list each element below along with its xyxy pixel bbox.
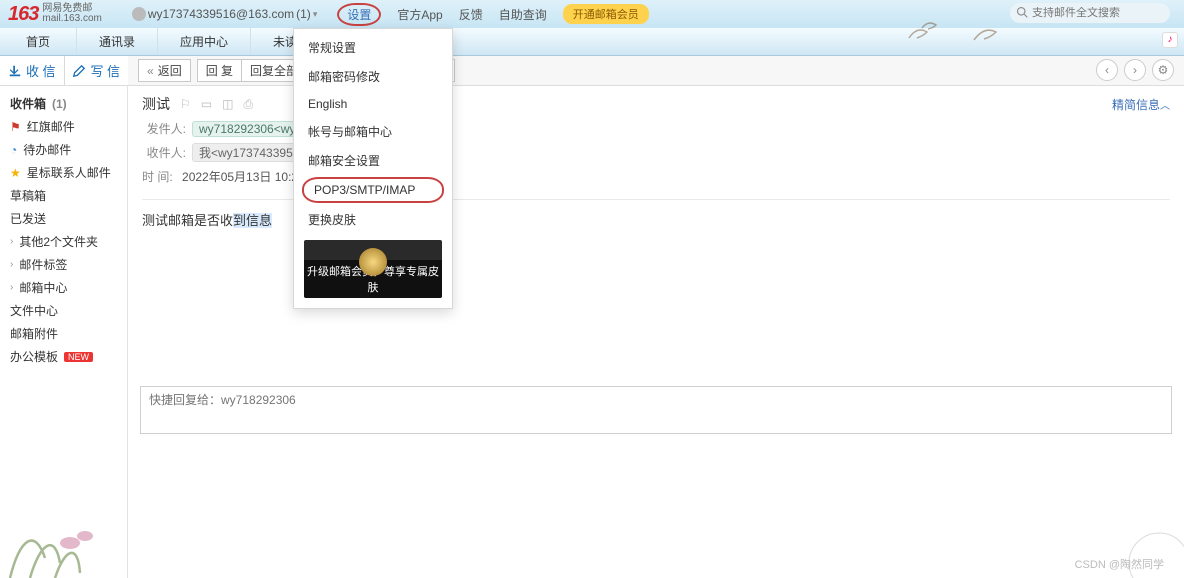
sidebar-inbox[interactable]: 收件箱 (1) [0,92,127,115]
mail-content: 测试 ⚐ ▭ ◫ ⎙ 发件人: wy718292306<wy718292306@… [128,86,1184,578]
clock-icon: ◔ [10,143,17,157]
flag-outline-icon[interactable]: ⚐ [180,97,191,111]
left-actions: 收 信 写 信 [0,56,128,85]
sidebar-file-center[interactable]: 文件中心 [0,299,127,322]
avatar-icon [132,7,146,21]
menu-english[interactable]: English [294,91,452,117]
music-icon[interactable]: ♪ [1162,32,1178,48]
logo-163: 163 [8,3,38,26]
chevron-up-icon: ︿ [1160,101,1170,112]
header-search[interactable] [1010,3,1170,23]
chevron-right-icon: › [10,236,13,247]
tag-icon[interactable]: ▭ [201,97,212,111]
sidebar-sent[interactable]: 已发送 [0,207,127,230]
simplify-toggle[interactable]: 精简信息︿ [1112,96,1170,113]
star-icon: ★ [10,166,21,180]
quick-reply[interactable] [140,386,1172,434]
header-nav: 设置 官方App 反馈 自助查询 开通邮箱会员 [337,3,648,26]
gear-icon: ⚙ [1158,63,1169,77]
mail-subject: 测试 [142,94,170,114]
tab-home[interactable]: 首页 [0,28,77,55]
nav-official-app[interactable]: 官方App [397,6,442,23]
nav-self-service[interactable]: 自助查询 [499,6,547,23]
watermark: CSDN @陶然同学 [1075,556,1164,572]
action-row: 收 信 写 信 « 返回 回 复 回复全部 ▾ 转 发 更 多 ▾ ‹ › ⚙ [0,56,1184,86]
prev-mail-button[interactable]: ‹ [1096,59,1118,81]
user-account[interactable]: wy17374339516@163.com (1) ▾ [132,7,318,21]
app-header: 163 网易免费邮 mail.163.com wy17374339516@163… [0,0,1184,28]
menu-security[interactable]: 邮箱安全设置 [294,146,452,175]
chat-icon[interactable]: ◫ [222,97,233,111]
time-label: 时 间: [142,170,173,184]
sidebar-tags[interactable]: › 邮件标签 [0,253,127,276]
main-grid: 收件箱 (1) ⚑ 红旗邮件 ◔ 待办邮件 ★ 星标联系人邮件 草稿箱 已发送 … [0,86,1184,578]
user-email: wy17374339516@163.com [148,7,294,21]
to-label: 收件人: [142,144,186,161]
user-count: (1) [296,7,311,21]
receive-button[interactable]: 收 信 [0,56,64,85]
highlighted-text: 到信息 [233,213,272,228]
nav-vip[interactable]: 开通邮箱会员 [563,4,649,24]
back-button[interactable]: « 返回 [138,59,191,82]
nav-settings[interactable]: 设置 [337,3,381,26]
tab-apps[interactable]: 应用中心 [158,28,251,55]
pager-tools: ‹ › ⚙ [1096,59,1174,81]
compose-button[interactable]: 写 信 [65,56,129,85]
sidebar-flag[interactable]: ⚑ 红旗邮件 [0,115,127,138]
main-tabs: 首页 通讯录 应用中心 未读邮件 [0,28,1184,56]
new-badge: NEW [64,352,93,362]
search-icon [1016,6,1028,21]
tab-contacts[interactable]: 通讯录 [77,28,158,55]
sidebar: 收件箱 (1) ⚑ 红旗邮件 ◔ 待办邮件 ★ 星标联系人邮件 草稿箱 已发送 … [0,86,128,578]
sidebar-todo[interactable]: ◔ 待办邮件 [0,138,127,161]
next-mail-button[interactable]: › [1124,59,1146,81]
chevron-right-icon: › [10,282,13,293]
sidebar-starred[interactable]: ★ 星标联系人邮件 [0,161,127,184]
nav-feedback[interactable]: 反馈 [459,6,483,23]
view-settings-button[interactable]: ⚙ [1152,59,1174,81]
flag-icon: ⚑ [10,120,21,134]
from-label: 发件人: [142,120,186,137]
search-input[interactable] [1032,7,1152,19]
menu-pop3[interactable]: POP3/SMTP/IMAP [302,177,444,203]
sidebar-templates[interactable]: 办公模板 NEW [0,345,127,368]
pencil-icon [72,64,86,78]
inbox-icon [8,64,22,78]
chevron-down-icon: ▾ [313,9,318,20]
settings-dropdown: 常规设置 邮箱密码修改 English 帐号与邮箱中心 邮箱安全设置 POP3/… [293,28,453,309]
menu-general[interactable]: 常规设置 [294,33,452,62]
logo-en: mail.163.com [42,13,101,24]
menu-skin[interactable]: 更换皮肤 [294,205,452,234]
back-arrow-icon: « [147,64,154,78]
logo: 163 网易免费邮 mail.163.com [8,3,102,26]
menu-account[interactable]: 帐号与邮箱中心 [294,117,452,146]
mail-toolbar: « 返回 回 复 回复全部 ▾ 转 发 更 多 ▾ ‹ › ⚙ [128,56,1184,85]
sidebar-attachments[interactable]: 邮箱附件 [0,322,127,345]
menu-password[interactable]: 邮箱密码修改 [294,62,452,91]
skin-banner[interactable]: 升级邮箱会员，尊享专属皮肤 [304,240,442,298]
chevron-right-icon: › [10,259,13,270]
print-icon[interactable]: ⎙ [243,97,253,112]
sidebar-other-folders[interactable]: › 其他2个文件夹 [0,230,127,253]
sidebar-center[interactable]: › 邮箱中心 [0,276,127,299]
quick-reply-input[interactable] [149,393,1163,407]
reply-button[interactable]: 回 复 [197,59,242,82]
coin-icon [359,248,387,276]
sidebar-drafts[interactable]: 草稿箱 [0,184,127,207]
